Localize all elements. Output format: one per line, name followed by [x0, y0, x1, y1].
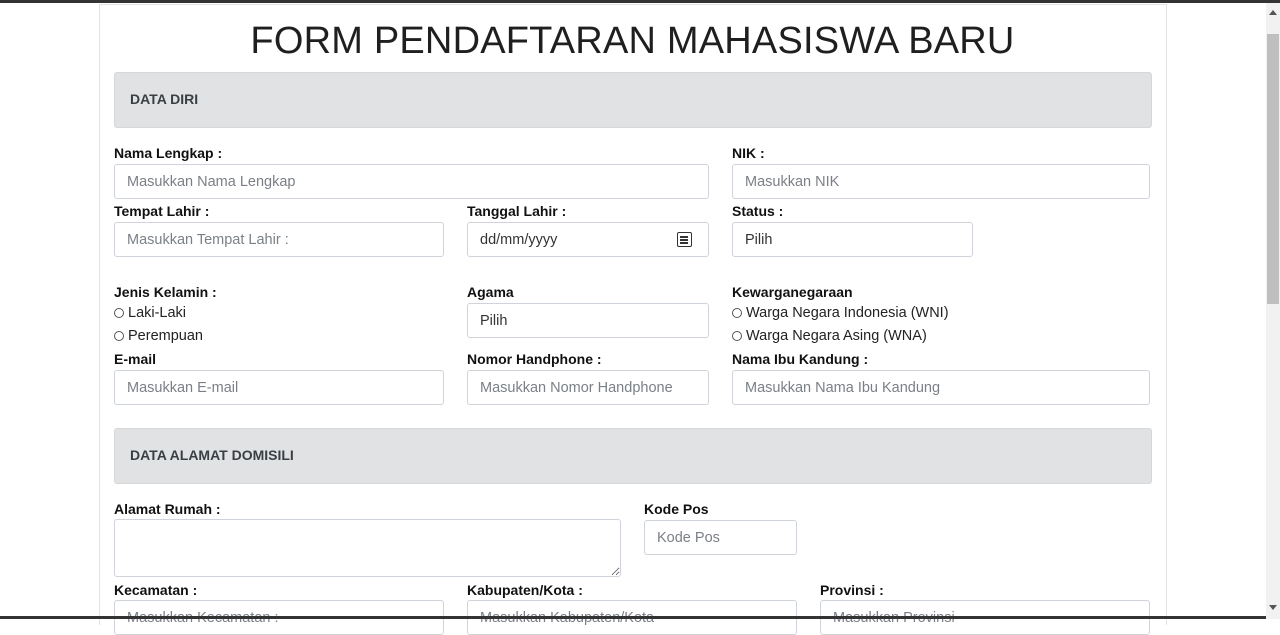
- radio-label: Warga Negara Asing (WNA): [746, 328, 927, 344]
- section-title: DATA ALAMAT DOMISILI: [130, 447, 294, 463]
- nama-ibu-label: Nama Ibu Kandung :: [732, 351, 869, 367]
- agama-value: Pilih: [480, 312, 508, 329]
- scroll-up-icon[interactable]: [1269, 10, 1277, 15]
- radio-label: Warga Negara Indonesia (WNI): [746, 305, 949, 321]
- radio-laki-laki[interactable]: Laki-Laki: [114, 305, 186, 321]
- provinsi-label: Provinsi :: [820, 582, 884, 598]
- status-select[interactable]: Pilih: [732, 222, 973, 257]
- nama-label: Nama Lengkap :: [114, 145, 223, 161]
- status-value: Pilih: [745, 231, 773, 248]
- nomor-hp-label: Nomor Handphone :: [467, 351, 602, 367]
- radio-wni[interactable]: Warga Negara Indonesia (WNI): [732, 305, 949, 321]
- radio-circle[interactable]: [114, 331, 124, 341]
- tempat-lahir-label: Tempat Lahir :: [114, 203, 210, 219]
- agama-label: Agama: [467, 284, 514, 300]
- kecamatan-label: Kecamatan :: [114, 582, 198, 598]
- jenis-kelamin-label: Jenis Kelamin :: [114, 284, 217, 300]
- page-title: FORM PENDAFTARAN MAHASISWA BARU: [250, 20, 1015, 62]
- scroll-down-icon[interactable]: [1269, 605, 1277, 610]
- kode-pos-input[interactable]: [644, 520, 797, 555]
- tanggal-lahir-input[interactable]: dd/mm/yyyy: [467, 222, 709, 257]
- radio-wna[interactable]: Warga Negara Asing (WNA): [732, 328, 927, 344]
- radio-label: Laki-Laki: [128, 305, 187, 321]
- kewarganegaraan-label: Kewarganegaraan: [732, 284, 853, 300]
- radio-label: Perempuan: [128, 328, 203, 344]
- alamat-rumah-textarea[interactable]: [114, 519, 621, 577]
- nama-ibu-input[interactable]: [732, 370, 1150, 405]
- radio-circle[interactable]: [732, 331, 742, 341]
- radio-perempuan[interactable]: Perempuan: [114, 328, 203, 344]
- email-input[interactable]: [114, 370, 444, 405]
- status-label: Status :: [732, 203, 784, 219]
- section-title: DATA DIRI: [130, 91, 199, 107]
- nik-input[interactable]: [732, 164, 1150, 199]
- agama-select[interactable]: Pilih: [467, 303, 709, 338]
- nik-label: NIK :: [732, 145, 765, 161]
- kabupaten-label: Kabupaten/Kota :: [467, 582, 583, 598]
- nama-input[interactable]: [114, 164, 709, 199]
- kode-pos-label: Kode Pos: [644, 501, 709, 517]
- calendar-icon[interactable]: [677, 232, 692, 247]
- scrollbar-thumb[interactable]: [1267, 34, 1279, 304]
- tanggal-lahir-value: dd/mm/yyyy: [480, 231, 558, 248]
- email-label: E-mail: [114, 351, 157, 367]
- radio-circle[interactable]: [114, 308, 124, 318]
- alamat-rumah-label: Alamat Rumah :: [114, 501, 221, 517]
- tempat-lahir-input[interactable]: [114, 222, 444, 257]
- top-border: [0, 0, 1280, 3]
- tanggal-lahir-label: Tanggal Lahir :: [467, 203, 567, 219]
- nomor-hp-input[interactable]: [467, 370, 709, 405]
- section-data-diri: DATA DIRI: [114, 72, 1152, 128]
- section-alamat-domisili: DATA ALAMAT DOMISILI: [114, 428, 1152, 484]
- radio-circle[interactable]: [732, 308, 742, 318]
